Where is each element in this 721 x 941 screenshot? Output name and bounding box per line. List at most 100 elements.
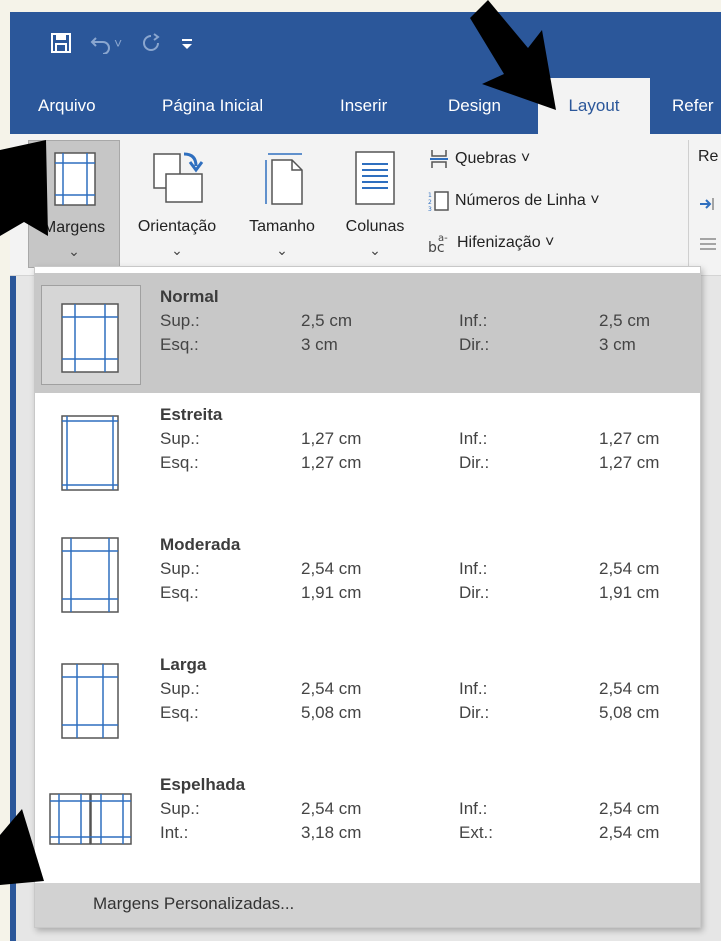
margins-icon	[54, 152, 96, 206]
label-right: Dir.:	[459, 453, 490, 472]
tab-inserir[interactable]: Inserir	[340, 78, 387, 134]
value-bottom: 1,27 cm	[599, 429, 660, 448]
word-window: ˅ Arquivo Página Inicial Inserir Design …	[10, 12, 721, 941]
value-bottom: 2,54 cm	[599, 679, 660, 698]
label-outside: Ext.:	[459, 823, 494, 842]
value-right: 1,27 cm	[599, 453, 660, 472]
indent-icon[interactable]	[698, 196, 718, 212]
margin-option-normal[interactable]: Normal Sup.: 2,5 cm Inf.: 2,5 cm Esq.: 3…	[35, 273, 700, 393]
value-inside: 3,18 cm	[301, 823, 362, 842]
margin-option-espelhada[interactable]: Espelhada Sup.: 2,54 cm Inf.: 2,54 cm In…	[35, 753, 700, 873]
margin-moderate-icon	[61, 537, 119, 613]
save-icon[interactable]	[50, 32, 72, 54]
label-right: Dir.:	[459, 703, 490, 722]
value-top: 2,54 cm	[301, 799, 362, 818]
label-top: Sup.:	[160, 679, 200, 698]
chevron-down-icon: ⌄	[369, 242, 381, 258]
chevron-down-icon: ⌄	[276, 242, 288, 258]
ribbon-tabs: Arquivo Página Inicial Inserir Design La…	[10, 78, 721, 134]
value-right: 1,91 cm	[599, 583, 660, 602]
orientation-label: Orientação	[137, 218, 217, 235]
size-label: Tamanho	[249, 218, 315, 235]
value-right: 3 cm	[599, 335, 636, 354]
undo-dropdown-caret[interactable]: ˅	[114, 35, 122, 51]
value-top: 2,5 cm	[301, 311, 353, 330]
option-name: Espelhada	[160, 775, 246, 794]
customize-icon[interactable]	[180, 36, 194, 50]
tab-arquivo[interactable]: Arquivo	[38, 78, 96, 134]
option-name: Estreita	[160, 405, 223, 424]
value-left: 1,27 cm	[301, 453, 362, 472]
breaks-label: Quebras ˅	[455, 150, 531, 167]
margin-wide-icon	[61, 663, 119, 739]
recuar-group-label: Re	[698, 148, 719, 165]
label-right: Dir.:	[459, 335, 490, 354]
breaks-button[interactable]: Quebras ˅	[428, 148, 530, 170]
title-bar: ˅	[10, 12, 721, 78]
spacing-icon[interactable]	[698, 236, 718, 252]
columns-icon	[355, 151, 395, 205]
label-bottom: Inf.:	[459, 311, 488, 330]
label-inside: Int.:	[160, 823, 189, 842]
margin-narrow-icon	[61, 415, 119, 491]
svg-text:a-: a-	[438, 233, 448, 244]
margin-option-larga[interactable]: Larga Sup.: 2,54 cm Inf.: 2,54 cm Esq.: …	[35, 633, 700, 753]
hyphenation-label: Hifenização ˅	[457, 234, 555, 251]
value-bottom: 2,54 cm	[599, 559, 660, 578]
size-icon	[265, 153, 303, 205]
redo-icon[interactable]	[140, 32, 162, 54]
custom-margins-button[interactable]: Margens Personalizadas...	[35, 883, 700, 927]
label-left: Esq.:	[160, 453, 199, 472]
value-right: 5,08 cm	[599, 703, 660, 722]
tab-referencias[interactable]: Refer	[672, 78, 714, 134]
value-left: 3 cm	[301, 335, 338, 354]
tab-pagina-inicial[interactable]: Página Inicial	[162, 78, 263, 134]
label-bottom: Inf.:	[459, 429, 488, 448]
margin-normal-icon	[61, 303, 119, 373]
value-left: 5,08 cm	[301, 703, 362, 722]
undo-icon[interactable]: ˅	[90, 32, 122, 54]
label-left: Esq.:	[160, 583, 199, 602]
hyphenation-button[interactable]: bc a- Hifenização ˅	[428, 232, 554, 254]
label-top: Sup.:	[160, 311, 200, 330]
chevron-down-icon: ⌄	[171, 242, 183, 258]
orientation-icon	[153, 152, 204, 203]
annotation-arrow-custom	[0, 809, 44, 885]
margins-dropdown: Normal Sup.: 2,5 cm Inf.: 2,5 cm Esq.: 3…	[34, 266, 701, 928]
label-top: Sup.:	[160, 799, 200, 818]
margin-option-moderada[interactable]: Moderada Sup.: 2,54 cm Inf.: 2,54 cm Esq…	[35, 513, 700, 633]
option-name: Larga	[160, 655, 207, 674]
line-numbers-button[interactable]: 123 Números de Linha ˅	[428, 190, 600, 212]
orientation-button[interactable]: Orientação ⌄	[124, 140, 230, 268]
svg-text:2: 2	[428, 199, 432, 206]
option-name: Normal	[160, 287, 219, 306]
value-bottom: 2,54 cm	[599, 799, 660, 818]
value-bottom: 2,5 cm	[599, 311, 651, 330]
label-right: Dir.:	[459, 583, 490, 602]
margin-option-estreita[interactable]: Estreita Sup.: 1,27 cm Inf.: 1,27 cm Esq…	[35, 393, 700, 513]
breaks-icon	[430, 150, 448, 168]
ribbon: Margens ⌄ Orientação ⌄ Tamanho ⌄ Colunas…	[10, 134, 721, 276]
size-button[interactable]: Tamanho ⌄	[234, 140, 330, 268]
custom-margins-label: Margens Personalizadas...	[93, 894, 295, 913]
label-bottom: Inf.:	[459, 679, 488, 698]
svg-text:3: 3	[428, 206, 432, 212]
label-top: Sup.:	[160, 559, 200, 578]
group-divider	[688, 140, 689, 268]
chevron-down-icon: ⌄	[68, 243, 80, 259]
columns-label: Colunas	[345, 218, 405, 235]
quick-access-toolbar: ˅	[50, 32, 194, 54]
value-top: 2,54 cm	[301, 679, 362, 698]
margin-mirrored-icon	[49, 793, 132, 845]
option-name: Moderada	[160, 535, 241, 554]
label-bottom: Inf.:	[459, 559, 488, 578]
columns-button[interactable]: Colunas ⌄	[334, 140, 416, 268]
label-bottom: Inf.:	[459, 799, 488, 818]
label-left: Esq.:	[160, 335, 199, 354]
label-top: Sup.:	[160, 429, 200, 448]
line-numbers-icon: 123	[428, 191, 449, 212]
label-left: Esq.:	[160, 703, 199, 722]
value-top: 1,27 cm	[301, 429, 362, 448]
value-top: 2,54 cm	[301, 559, 362, 578]
hyphenation-icon: bca-	[428, 233, 448, 254]
